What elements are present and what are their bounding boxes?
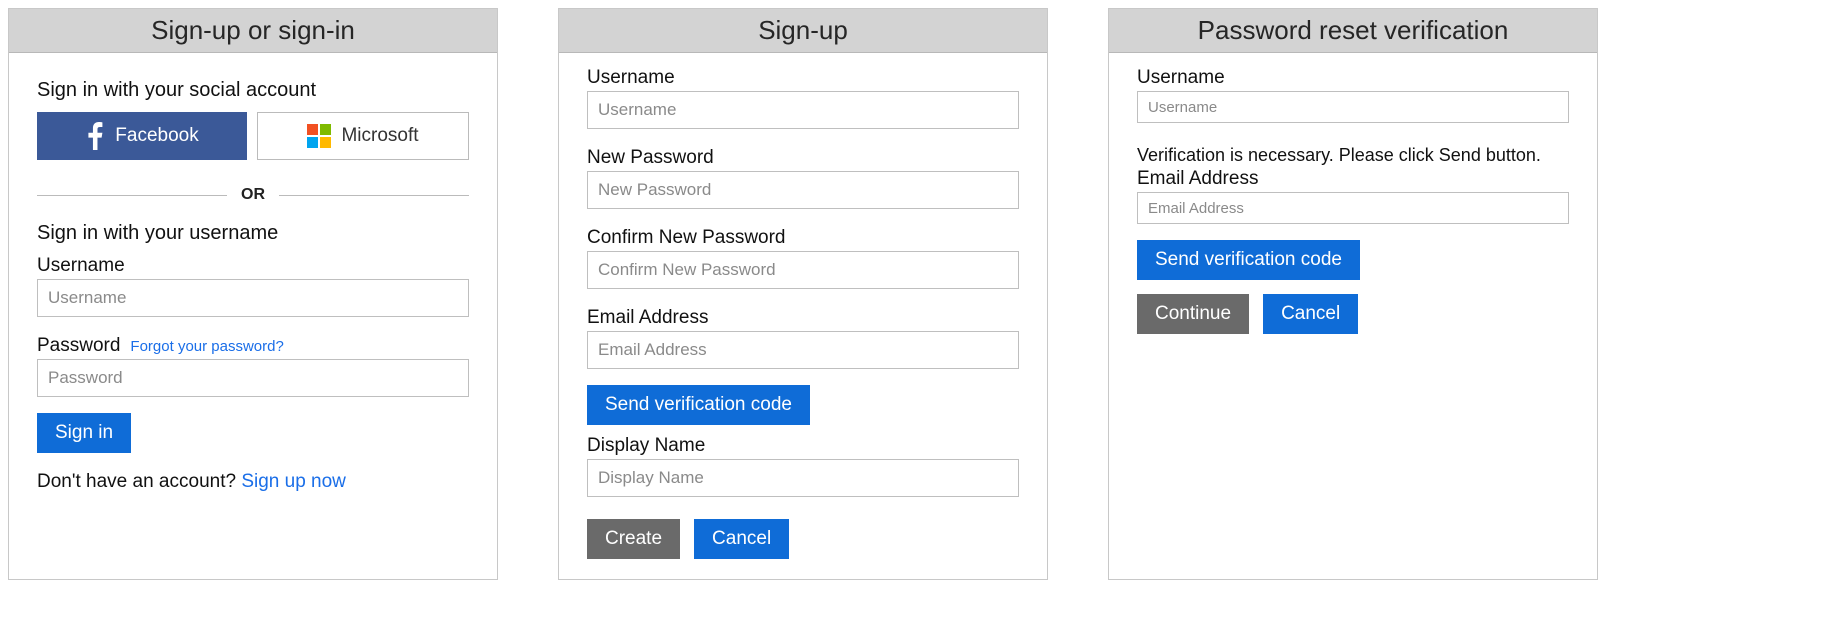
signup-prompt: Don't have an account? Sign up now — [37, 471, 469, 493]
username-label: Username — [1137, 67, 1569, 89]
email-label: Email Address — [587, 307, 1019, 329]
panel-title: Password reset verification — [1109, 9, 1597, 53]
username-label: Username — [37, 255, 469, 277]
username-input[interactable] — [587, 91, 1019, 129]
continue-button[interactable]: Continue — [1137, 294, 1249, 334]
create-button[interactable]: Create — [587, 519, 680, 559]
microsoft-icon — [307, 124, 331, 148]
email-input[interactable] — [587, 331, 1019, 369]
username-label: Username — [587, 67, 1019, 89]
microsoft-label: Microsoft — [341, 125, 418, 147]
facebook-icon — [85, 122, 105, 150]
password-input[interactable] — [37, 359, 469, 397]
password-label: Password Forgot your password? — [37, 335, 469, 357]
cancel-button[interactable]: Cancel — [694, 519, 789, 559]
cancel-button[interactable]: Cancel — [1263, 294, 1358, 334]
send-verification-code-button[interactable]: Send verification code — [1137, 240, 1360, 280]
social-signin-heading: Sign in with your social account — [37, 79, 469, 102]
new-password-label: New Password — [587, 147, 1019, 169]
email-label: Email Address — [1137, 168, 1569, 190]
signin-button[interactable]: Sign in — [37, 413, 131, 453]
confirm-password-input[interactable] — [587, 251, 1019, 289]
username-input[interactable] — [37, 279, 469, 317]
email-input[interactable] — [1137, 192, 1569, 224]
facebook-label: Facebook — [115, 125, 198, 147]
local-signin-heading: Sign in with your username — [37, 222, 469, 245]
forgot-password-link[interactable]: Forgot your password? — [130, 338, 283, 355]
signup-now-link[interactable]: Sign up now — [241, 471, 346, 492]
confirm-password-label: Confirm New Password — [587, 227, 1019, 249]
password-reset-panel: Password reset verification Username Ver… — [1108, 8, 1598, 580]
send-verification-code-button[interactable]: Send verification code — [587, 385, 810, 425]
verification-hint: Verification is necessary. Please click … — [1137, 145, 1569, 166]
microsoft-button[interactable]: Microsoft — [257, 112, 469, 160]
signup-panel: Sign-up Username New Password Confirm Ne… — [558, 8, 1048, 580]
username-input[interactable] — [1137, 91, 1569, 123]
new-password-input[interactable] — [587, 171, 1019, 209]
display-name-input[interactable] — [587, 459, 1019, 497]
or-divider: OR — [37, 186, 469, 204]
display-name-label: Display Name — [587, 435, 1019, 457]
panel-title: Sign-up or sign-in — [9, 9, 497, 53]
facebook-button[interactable]: Facebook — [37, 112, 247, 160]
signin-panel: Sign-up or sign-in Sign in with your soc… — [8, 8, 498, 580]
panel-title: Sign-up — [559, 9, 1047, 53]
